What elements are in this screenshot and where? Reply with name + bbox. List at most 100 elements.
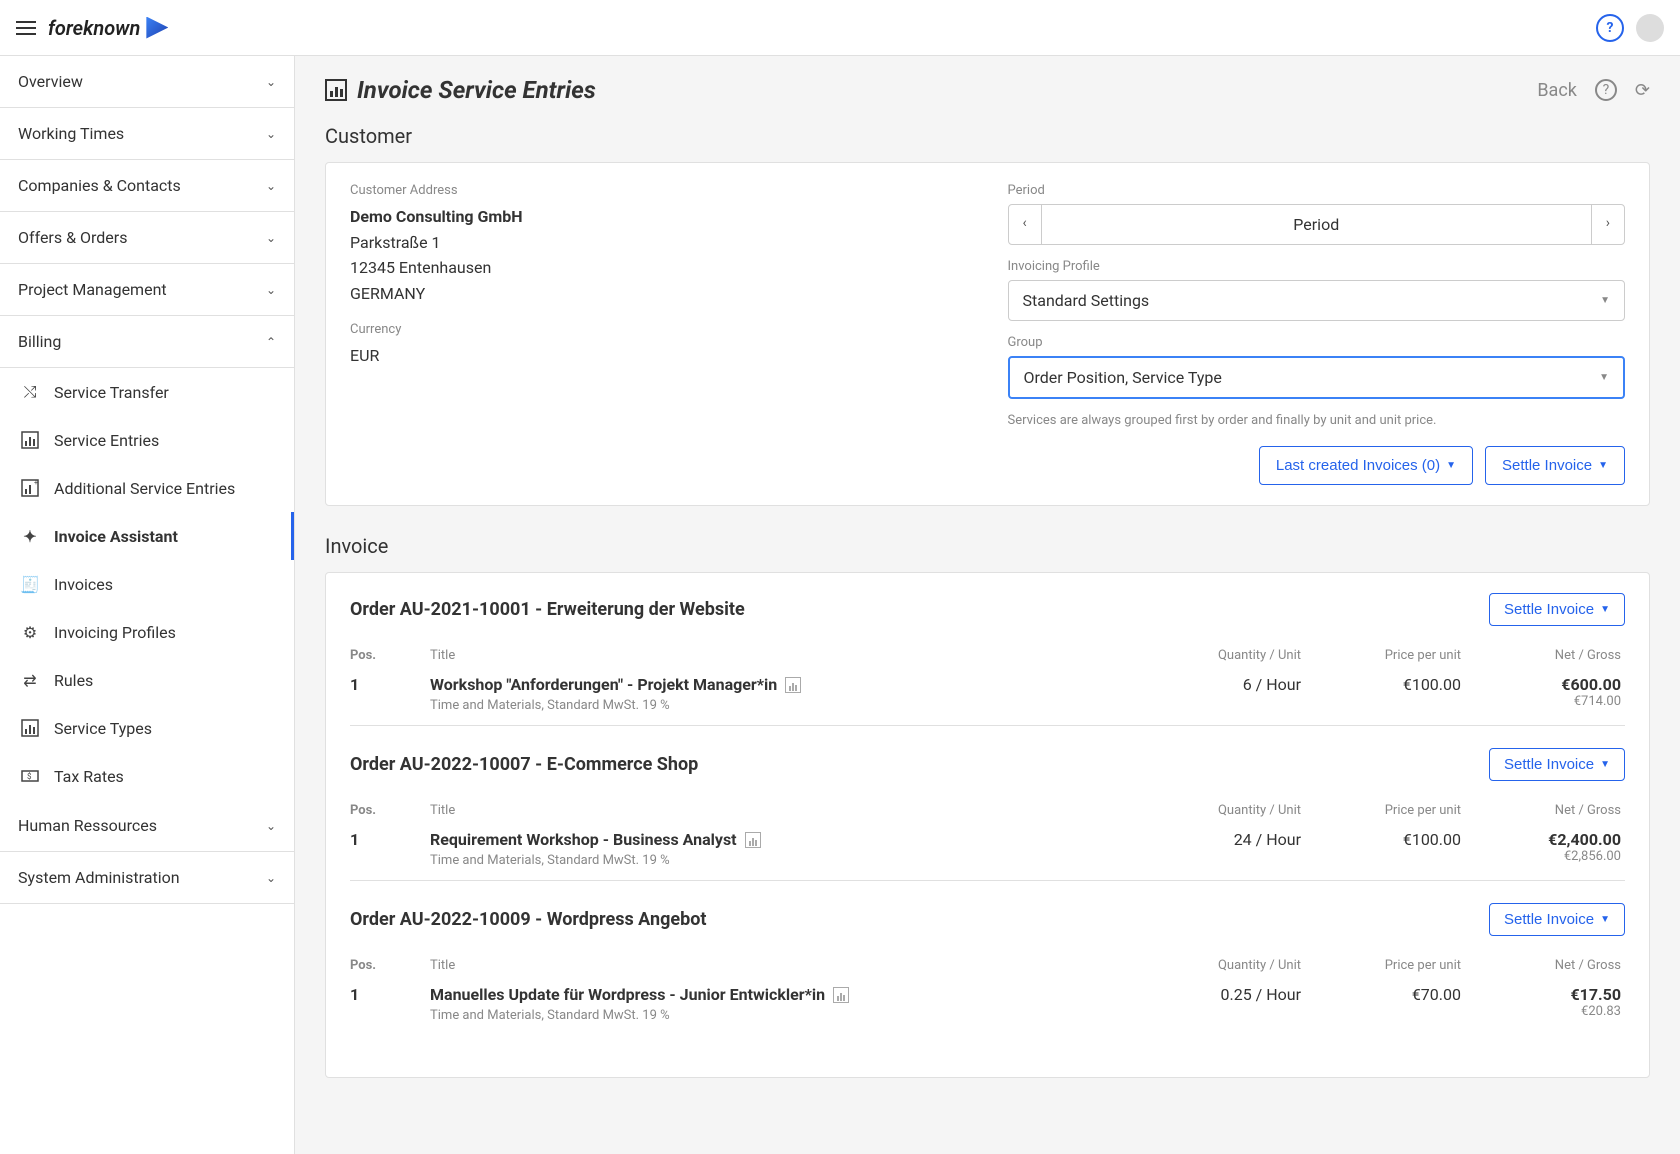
col-price: Price per unit <box>1305 950 1465 981</box>
order-title: Order AU-2022-10009 - Wordpress Angebot <box>350 909 706 930</box>
sidebar-item-additional-entries[interactable]: + Additional Service Entries <box>0 464 294 512</box>
invoice-table: Pos. Title Quantity / Unit Price per uni… <box>350 795 1625 874</box>
period-next-icon[interactable]: › <box>1591 205 1624 244</box>
help-icon[interactable]: ? <box>1595 79 1617 101</box>
line-price: €70.00 <box>1305 981 1465 1029</box>
customer-street: Parkstraße 1 <box>350 230 968 256</box>
brand[interactable]: foreknown <box>48 16 168 40</box>
gear-icon: ⚙ <box>20 622 40 642</box>
group-value: Order Position, Service Type <box>1024 368 1222 387</box>
sidebar-item-service-transfer[interactable]: ⤭Service Transfer <box>0 368 294 416</box>
order-block: Order AU-2022-10009 - Wordpress Angebot … <box>350 903 1625 1035</box>
sidebar-group-working-times[interactable]: Working Times⌄ <box>0 108 294 160</box>
sidebar-group-project-mgmt[interactable]: Project Management ⌄ <box>0 264 294 316</box>
invoicing-profile-select[interactable]: Standard Settings ▼ <box>1008 280 1626 321</box>
sidebar-item-invoices[interactable]: 🧾Invoices <box>0 560 294 608</box>
line-pos: 1 <box>350 671 430 719</box>
chart-icon[interactable] <box>745 832 761 848</box>
chart-icon <box>20 430 40 450</box>
group-hint: Services are always grouped first by ord… <box>1008 413 1626 428</box>
main-content: Invoice Service Entries Back ? ⟳ Custome… <box>295 56 1680 1154</box>
settle-invoice-button[interactable]: Settle Invoice▼ <box>1489 593 1625 626</box>
chevron-down-icon: ▼ <box>1446 460 1456 471</box>
sidebar-item-service-types[interactable]: Service Types <box>0 704 294 752</box>
settle-invoice-button[interactable]: Settle Invoice▼ <box>1485 446 1625 485</box>
sidebar-group-billing[interactable]: Billing⌃ <box>0 316 294 368</box>
btn-label: Settle Invoice <box>1504 756 1594 773</box>
chevron-down-icon: ⌄ <box>266 75 276 89</box>
profile-label: Invoicing Profile <box>1008 259 1626 274</box>
col-net: Net / Gross <box>1465 950 1625 981</box>
line-subtext: Time and Materials, Standard MwSt. 19 % <box>430 698 1141 713</box>
invoice-section-title: Invoice <box>325 534 1650 558</box>
btn-label: Settle Invoice <box>1504 601 1594 618</box>
sidebar-group-companies[interactable]: Companies & Contacts ⌄ <box>0 160 294 212</box>
sidebar-item-service-entries[interactable]: Service Entries <box>0 416 294 464</box>
sidebar-group-sysadmin[interactable]: System Administration ⌄ <box>0 852 294 904</box>
table-row: 1 Workshop "Anforderungen" - Projekt Man… <box>350 671 1625 719</box>
customer-card: Customer Address Demo Consulting GmbH Pa… <box>325 162 1650 506</box>
menu-toggle-icon[interactable] <box>16 21 36 35</box>
col-net: Net / Gross <box>1465 795 1625 826</box>
address-label: Customer Address <box>350 183 968 198</box>
chart-icon <box>20 718 40 738</box>
refresh-icon[interactable]: ⟳ <box>1635 80 1650 101</box>
last-invoices-button[interactable]: Last created Invoices (0) ▼ <box>1259 446 1473 485</box>
col-net: Net / Gross <box>1465 640 1625 671</box>
col-pos: Pos. <box>350 640 430 671</box>
sidebar-group-label: Human Ressources <box>18 816 157 835</box>
sidebar-group-label: Project Management <box>18 280 167 299</box>
line-qty: 24 / Hour <box>1145 826 1305 874</box>
table-row: 1 Requirement Workshop - Business Analys… <box>350 826 1625 874</box>
sidebar-item-label: Additional Service Entries <box>54 479 235 498</box>
sidebar-group-hr[interactable]: Human Ressources⌄ <box>0 800 294 852</box>
currency-value: EUR <box>350 343 968 369</box>
sidebar-group-label: System Administration <box>18 868 180 887</box>
svg-text:$: $ <box>27 772 32 781</box>
line-title: Manuelles Update für Wordpress - Junior … <box>430 981 1145 1029</box>
line-title: Requirement Workshop - Business Analyst … <box>430 826 1145 874</box>
sidebar-item-tax-rates[interactable]: $Tax Rates <box>0 752 294 800</box>
sidebar-group-label: Working Times <box>18 124 124 143</box>
chart-icon[interactable] <box>785 677 801 693</box>
chevron-down-icon: ⌄ <box>266 283 276 297</box>
sidebar-group-offers[interactable]: Offers & Orders ⌄ <box>0 212 294 264</box>
customer-section-title: Customer <box>325 124 1650 148</box>
sidebar-group-label: Companies & Contacts <box>18 176 181 195</box>
sidebar-group-label: Offers & Orders <box>18 228 127 247</box>
invoice-table: Pos. Title Quantity / Unit Price per uni… <box>350 950 1625 1029</box>
group-select[interactable]: Order Position, Service Type ▼ <box>1008 356 1626 399</box>
wand-icon: ✦ <box>20 526 40 546</box>
col-pos: Pos. <box>350 950 430 981</box>
col-qty: Quantity / Unit <box>1145 795 1305 826</box>
line-price: €100.00 <box>1305 671 1465 719</box>
money-icon: $ <box>20 766 40 786</box>
svg-text:+: + <box>34 479 38 487</box>
settle-invoice-button[interactable]: Settle Invoice▼ <box>1489 748 1625 781</box>
period-prev-icon[interactable]: ‹ <box>1009 205 1042 244</box>
chart-icon[interactable] <box>833 987 849 1003</box>
line-qty: 0.25 / Hour <box>1145 981 1305 1029</box>
line-price: €100.00 <box>1305 826 1465 874</box>
back-button[interactable]: Back <box>1537 80 1577 101</box>
period-value[interactable]: Period <box>1042 205 1591 244</box>
help-icon[interactable]: ? <box>1596 14 1624 42</box>
sidebar-item-invoicing-profiles[interactable]: ⚙Invoicing Profiles <box>0 608 294 656</box>
avatar[interactable] <box>1636 14 1664 42</box>
sidebar-group-overview[interactable]: Overview⌄ <box>0 56 294 108</box>
chevron-down-icon: ⌄ <box>266 871 276 885</box>
settle-invoice-button[interactable]: Settle Invoice▼ <box>1489 903 1625 936</box>
invoice-table: Pos. Title Quantity / Unit Price per uni… <box>350 640 1625 719</box>
page-title: Invoice Service Entries <box>325 76 596 104</box>
sidebar-item-invoice-assistant[interactable]: ✦Invoice Assistant <box>0 512 294 560</box>
chevron-down-icon: ⌄ <box>266 231 276 245</box>
line-net: €600.00€714.00 <box>1465 671 1625 719</box>
sidebar-group-label: Billing <box>18 332 61 351</box>
sidebar-item-label: Rules <box>54 671 93 690</box>
brand-name: foreknown <box>48 16 140 40</box>
chevron-down-icon: ⌄ <box>266 179 276 193</box>
sidebar-item-label: Service Entries <box>54 431 159 450</box>
sidebar-item-rules[interactable]: ⇄Rules <box>0 656 294 704</box>
btn-label: Last created Invoices (0) <box>1276 457 1440 474</box>
order-title: Order AU-2021-10001 - Erweiterung der We… <box>350 599 745 620</box>
